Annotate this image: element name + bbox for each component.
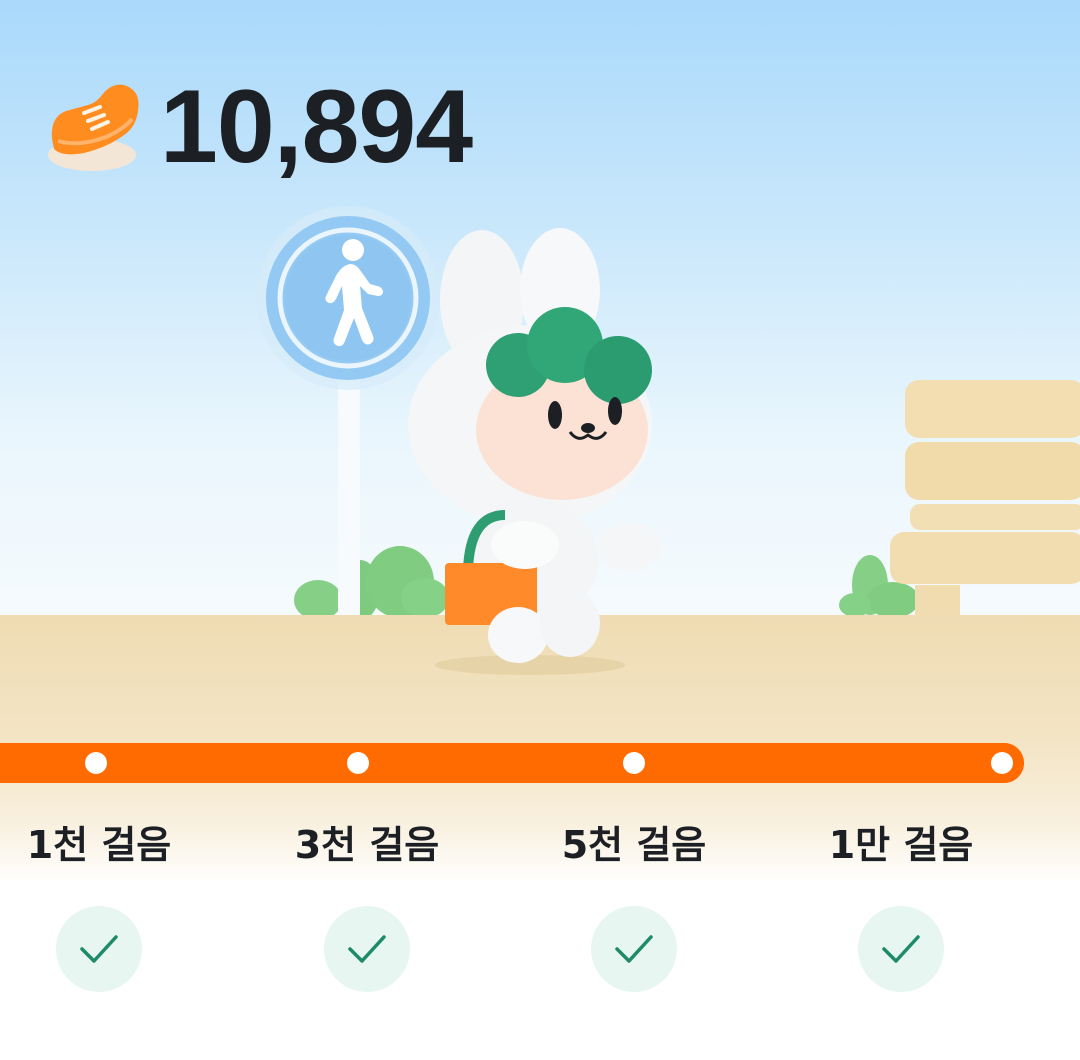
step-count: 10,894 — [160, 69, 473, 185]
sneaker-icon — [48, 84, 139, 171]
step-walk-screen: 10,894 1천 걸음 3천 걸음 5천 걸음 1만 걸음 — [0, 0, 1080, 1060]
check-icon — [324, 906, 410, 992]
check-icon — [858, 906, 944, 992]
check-icon — [591, 906, 677, 992]
milestone-label: 5천 걸음 — [561, 823, 707, 867]
milestone-dot-10000 — [991, 752, 1013, 774]
bench — [890, 380, 1080, 625]
milestone-dot-5000 — [623, 752, 645, 774]
check-icon — [56, 906, 142, 992]
bunny-character — [408, 228, 662, 675]
step-progress-bar — [0, 743, 1024, 783]
milestone-dot-3000 — [347, 752, 369, 774]
milestone-label: 1만 걸음 — [828, 823, 974, 867]
milestone-1000: 1천 걸음 — [0, 815, 199, 992]
milestone-10000: 1만 걸음 — [801, 815, 1001, 992]
milestone-list: 1천 걸음 3천 걸음 5천 걸음 1만 걸음 — [0, 815, 1080, 1015]
milestone-dot-1000 — [85, 752, 107, 774]
milestone-label: 3천 걸음 — [294, 823, 440, 867]
milestone-3000: 3천 걸음 — [267, 815, 467, 992]
milestone-5000: 5천 걸음 — [534, 815, 734, 992]
step-counter: 10,894 — [44, 69, 473, 185]
progress-fill — [0, 743, 1024, 783]
milestone-label: 1천 걸음 — [26, 823, 172, 867]
